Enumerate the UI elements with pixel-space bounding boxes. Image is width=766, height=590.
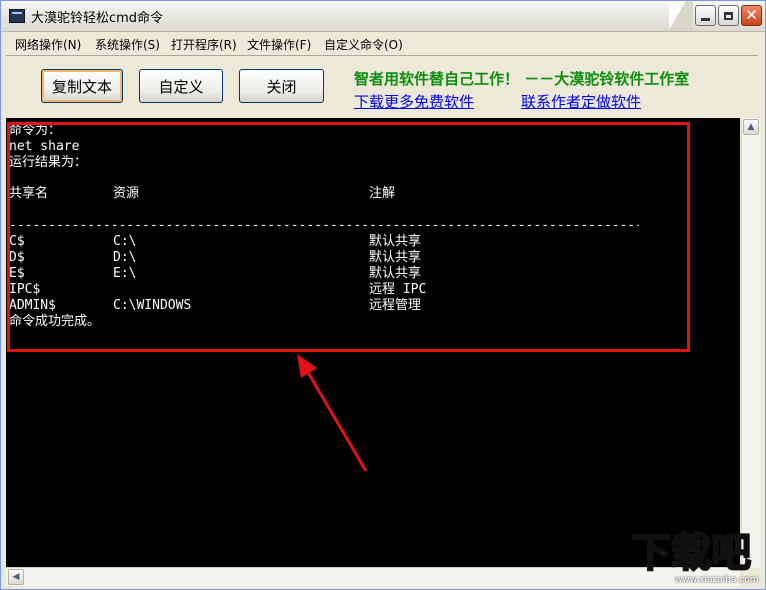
header-remark: 注解 [369, 186, 396, 201]
row-resource: C:\WINDOWS [113, 298, 192, 313]
minimize-icon [701, 18, 710, 21]
maximize-icon [724, 11, 733, 20]
maximize-button[interactable] [718, 5, 739, 26]
command-success-text: 命令成功完成。 [9, 314, 101, 329]
copy-text-button[interactable]: 复制文本 [41, 69, 123, 103]
vertical-scrollbar[interactable]: ▲ [741, 118, 760, 568]
close-icon: ✕ [745, 6, 758, 24]
row-remark: 远程 IPC [369, 282, 427, 297]
watermark: 下载吧 www.xiazaiba.com [630, 530, 761, 587]
row-share: C$ [9, 234, 25, 249]
arrow-left-icon: ◀ [12, 572, 20, 582]
row-remark: 默认共享 [369, 266, 422, 281]
console-output[interactable]: 命令为： net share 运行结果为： 共享名 资源 注解 --------… [6, 118, 740, 568]
download-more-link[interactable]: 下载更多免费软件 [354, 91, 474, 112]
result-label: 运行结果为： [9, 155, 88, 170]
row-remark: 远程管理 [369, 298, 422, 313]
arrow-up-icon: ▲ [747, 122, 755, 132]
command-text: net share [9, 139, 80, 154]
custom-button[interactable]: 自定义 [139, 69, 223, 103]
command-label: 命令为： [9, 123, 62, 138]
horizontal-scrollbar[interactable]: ◀ [6, 567, 740, 586]
row-resource: D:\ [113, 250, 137, 265]
row-share: IPC$ [9, 282, 41, 297]
watermark-url: www.xiazaiba.com [675, 575, 759, 585]
toolbar-panel: 复制文本 自定义 关闭 智者用软件替自己工作！ －－大漠驼铃软件工作室 下载更多… [6, 55, 758, 119]
slogan-text: 智者用软件替自己工作！ －－大漠驼铃软件工作室 [354, 70, 690, 88]
row-share: ADMIN$ [9, 298, 56, 313]
row-remark: 默认共享 [369, 234, 422, 249]
title-bar[interactable]: 大漠驼铃轻松cmd命令 ✕ [1, 1, 765, 32]
menu-bar: 网络操作(N) 系统操作(S) 打开程序(R) 文件操作(F) 自定义命令(O) [3, 32, 763, 54]
window-title: 大漠驼铃轻松cmd命令 [31, 11, 164, 26]
header-share-name: 共享名 [9, 186, 49, 201]
menu-open-program[interactable]: 打开程序(R) [171, 36, 237, 53]
row-resource: E:\ [113, 266, 137, 281]
menu-network[interactable]: 网络操作(N) [15, 36, 81, 53]
separator-line: ----------------------------------------… [9, 218, 639, 233]
menu-custom-command[interactable]: 自定义命令(O) [324, 36, 403, 53]
title-bar-decoration [669, 1, 693, 31]
row-remark: 默认共享 [369, 250, 422, 265]
scroll-up-button[interactable]: ▲ [743, 119, 759, 135]
header-resource: 资源 [113, 186, 140, 201]
scroll-left-button[interactable]: ◀ [8, 569, 24, 585]
row-share: E$ [9, 266, 25, 281]
console-app-icon [9, 9, 25, 23]
close-window-button[interactable]: ✕ [741, 5, 762, 26]
menu-system[interactable]: 系统操作(S) [95, 36, 160, 53]
menu-file[interactable]: 文件操作(F) [247, 36, 311, 53]
app-window: 大漠驼铃轻松cmd命令 ✕ 网络操作(N) 系统操作(S) 打开程序(R) 文件… [0, 0, 766, 590]
close-button[interactable]: 关闭 [239, 69, 324, 103]
contact-author-link[interactable]: 联系作者定做软件 [521, 91, 641, 112]
watermark-logo-text: 下载吧 [630, 530, 752, 576]
row-share: D$ [9, 250, 25, 265]
minimize-button[interactable] [695, 5, 716, 26]
row-resource: C:\ [113, 234, 137, 249]
